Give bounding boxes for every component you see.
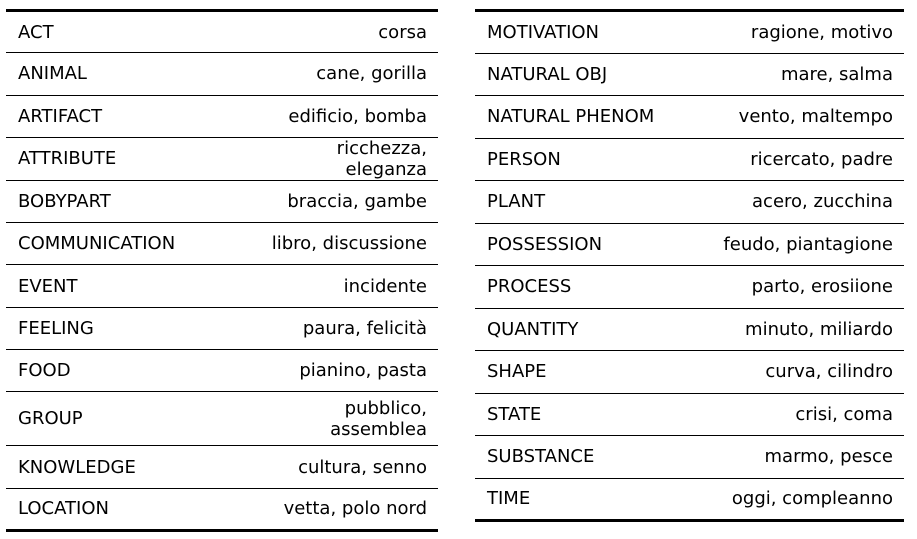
table-row: POSSESSION feudo, piantagione (475, 222, 904, 266)
category-cell: SUBSTANCE (475, 435, 689, 478)
examples-cell: minuto, miliardo (688, 307, 904, 351)
examples-cell: curva, cilindro (688, 350, 904, 393)
table-row: COMMUNICATION libro, discussione (6, 222, 438, 265)
examples-cell: feudo, piantagione (688, 222, 904, 266)
table-row: FOOD pianino, pasta (6, 349, 438, 392)
examples-cell: acero, zucchina (688, 180, 904, 223)
table-row: KNOWLEDGE cultura, senno (6, 445, 438, 489)
examples-cell: corsa (378, 21, 427, 43)
table-row: MOTIVATION ragione, motivo (475, 11, 904, 54)
examples-cell: paura, felicità (250, 306, 438, 350)
table-row: NATURAL PHENOM vento, maltempo (475, 95, 904, 138)
examples-cell: edificio, bomba (250, 94, 438, 138)
examples-cell: ricchezza, eleganza (250, 136, 438, 181)
examples-cell: parto, erosiione (688, 265, 904, 308)
category-cell: ATTRIBUTE (6, 136, 250, 181)
examples-cell: crisi, coma (688, 392, 904, 436)
category-cell: ARTIFACT (6, 94, 250, 138)
category-cell: NATURAL OBJ (475, 52, 689, 96)
table-row: ANIMAL cane, gorilla (6, 52, 438, 96)
table-row: ATTRIBUTE ricchezza, eleganza (6, 136, 438, 181)
table-row: QUANTITY minuto, miliardo (475, 307, 904, 351)
examples-cell: vetta, polo nord (250, 487, 438, 531)
table-row: STATE crisi, coma (475, 392, 904, 436)
examples-cell: cultura, senno (250, 445, 438, 489)
table-row: PERSON ricercato, padre (475, 137, 904, 181)
table-row: LOCATION vetta, polo nord (6, 487, 438, 531)
category-cell: LOCATION (6, 487, 250, 531)
examples-cell: libro, discussione (250, 222, 438, 265)
category-cell: KNOWLEDGE (6, 445, 250, 489)
examples-cell: ragione, motivo (750, 21, 893, 43)
category-cell: EVENT (6, 264, 250, 308)
category-cell: FOOD (6, 349, 250, 392)
category-cell: GROUP (6, 391, 250, 446)
table-row: SHAPE curva, cilindro (475, 350, 904, 393)
table-row: ARTIFACT edificio, bomba (6, 94, 438, 138)
category-table-left: ACT corsa ANIMAL cane, gorilla ARTIFACT … (6, 9, 438, 532)
table-row: ACT corsa (6, 11, 438, 53)
category-cell: SHAPE (475, 350, 689, 393)
category-cell: COMMUNICATION (6, 222, 250, 265)
table-row: SUBSTANCE marmo, pesce (475, 435, 904, 478)
category-cell: STATE (475, 392, 689, 436)
category-cell: FEELING (6, 306, 250, 350)
table-row: TIME oggi, compleanno (475, 477, 904, 521)
category-cell: POSSESSION (475, 222, 689, 266)
examples-cell: incidente (250, 264, 438, 308)
category-cell: BOBYPART (6, 179, 250, 223)
table-row: BOBYPART braccia, gambe (6, 179, 438, 223)
table-row: GROUP pubblico, assemblea (6, 391, 438, 446)
category-cell: QUANTITY (475, 307, 689, 351)
category-cell: ACT (18, 21, 54, 43)
examples-cell: oggi, compleanno (688, 477, 904, 521)
examples-cell: ricercato, padre (688, 137, 904, 181)
examples-cell: mare, salma (688, 52, 904, 96)
examples-cell: pianino, pasta (250, 349, 438, 392)
examples-cell: cane, gorilla (250, 52, 438, 96)
examples-cell: braccia, gambe (250, 179, 438, 223)
category-cell: ANIMAL (6, 52, 250, 96)
category-cell: PROCESS (475, 265, 689, 308)
category-cell: MOTIVATION (487, 21, 600, 43)
examples-cell: vento, maltempo (688, 95, 904, 138)
category-cell: NATURAL PHENOM (475, 95, 689, 138)
examples-cell: pubblico, assemblea (250, 391, 438, 446)
category-cell: PLANT (475, 180, 689, 223)
table-row: PLANT acero, zucchina (475, 180, 904, 223)
category-cell: TIME (475, 477, 689, 521)
table-row: PROCESS parto, erosiione (475, 265, 904, 308)
table-row: FEELING paura, felicità (6, 306, 438, 350)
category-table-right: MOTIVATION ragione, motivo NATURAL OBJ m… (475, 9, 904, 522)
examples-cell: marmo, pesce (688, 435, 904, 478)
table-row: NATURAL OBJ mare, salma (475, 52, 904, 96)
table-row: EVENT incidente (6, 264, 438, 308)
category-cell: PERSON (475, 137, 689, 181)
